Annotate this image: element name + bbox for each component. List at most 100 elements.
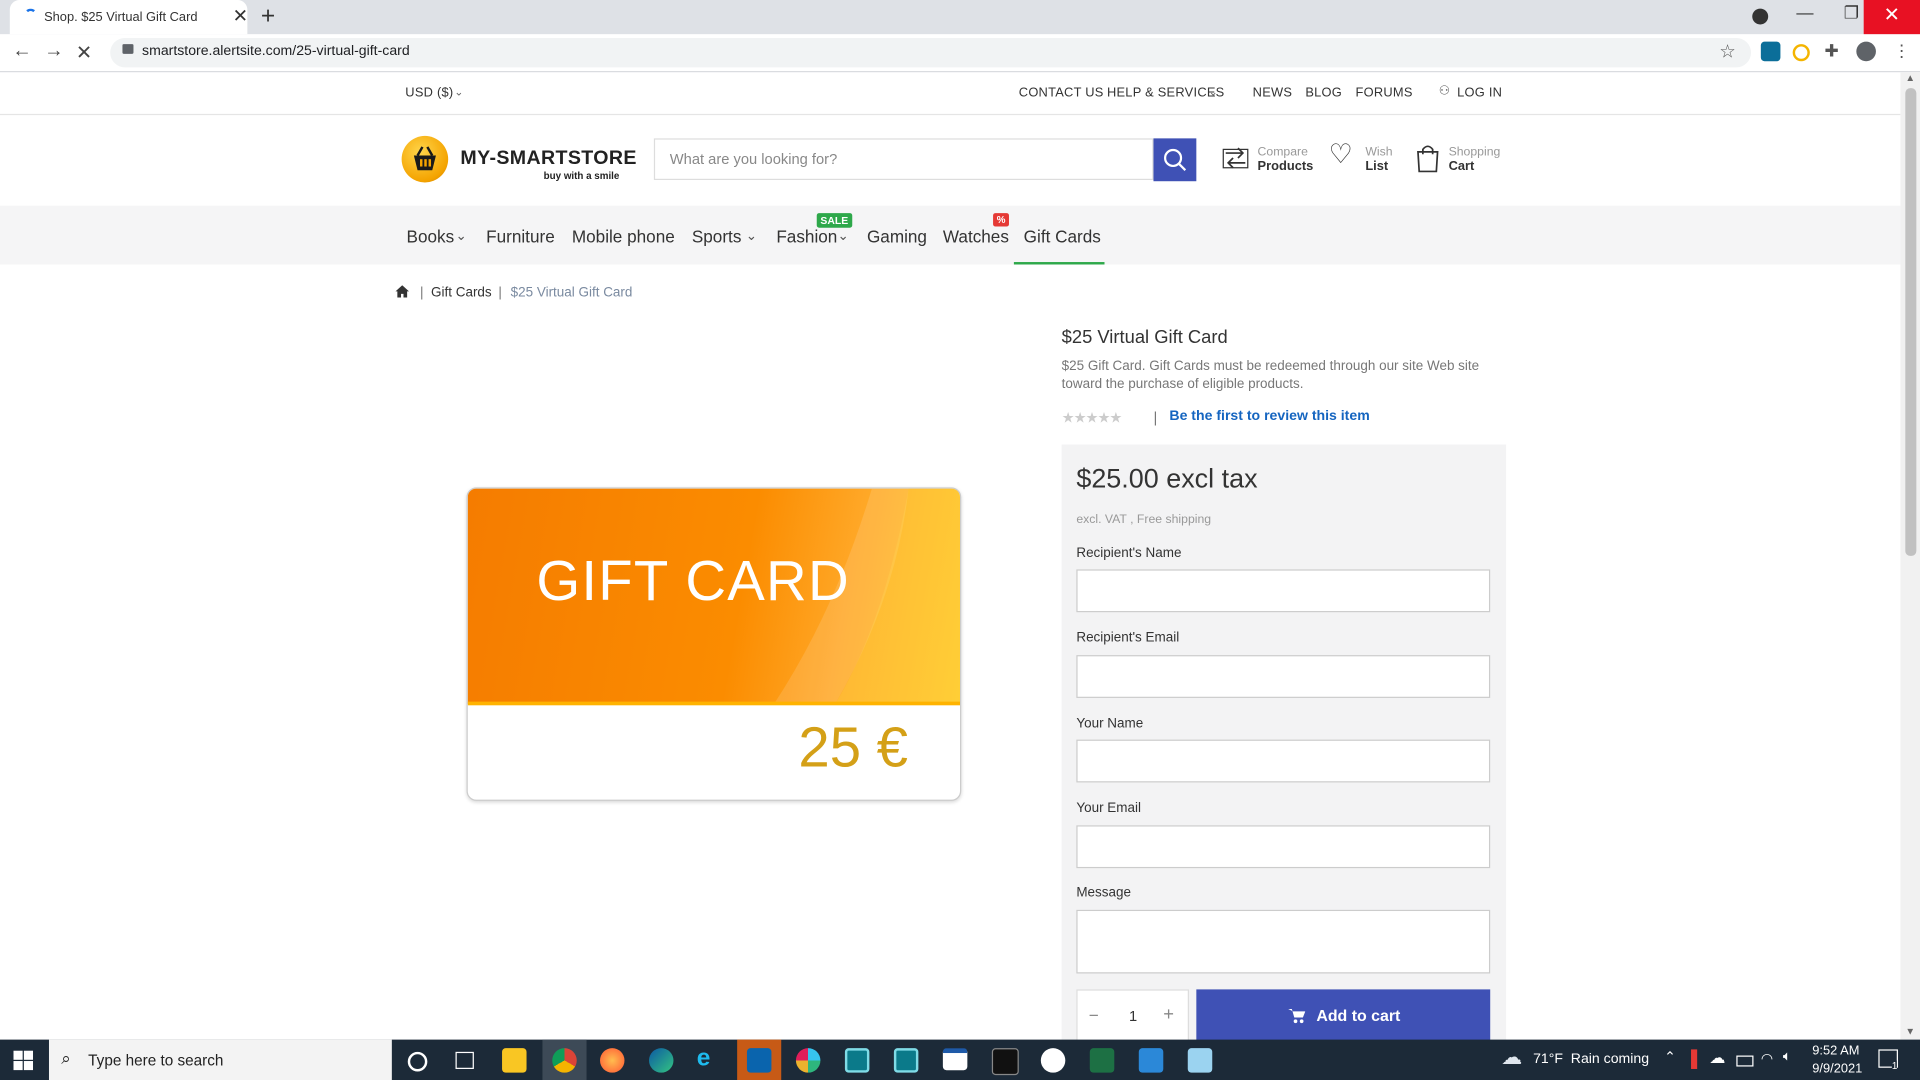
outlook-icon[interactable] [746,1048,772,1073]
quantity-stepper: − 1 + [1076,989,1189,1044]
search-icon [1164,148,1187,171]
weather-cloud-icon[interactable]: ☁ [1501,1046,1522,1070]
logo-tagline: buy with a smile [543,170,620,182]
app-icon[interactable] [844,1048,870,1073]
window-close-icon[interactable]: ✕ [1863,0,1920,35]
close-tab-icon[interactable]: ✕ [233,5,248,27]
add-to-cart-button[interactable]: Add to cart [1196,989,1491,1044]
login-link[interactable]: LOG IN [1457,86,1502,101]
scrollbar-thumb[interactable] [1905,88,1917,556]
nav-item-books[interactable]: Books [407,227,455,247]
nav-item-mobile-phone[interactable]: Mobile phone [572,227,675,247]
app-icon[interactable] [1138,1048,1164,1073]
chrome-icon[interactable] [552,1048,577,1073]
minimize-icon[interactable]: — [1780,2,1829,22]
user-icon: ⚇ [1438,84,1451,98]
browser-tab[interactable]: Shop. $25 Virtual Gift Card ✕ [9,0,248,35]
increase-quantity-button[interactable]: + [1163,1004,1174,1025]
file-explorer-icon[interactable] [502,1048,527,1073]
quantity-value[interactable]: 1 [1129,1008,1137,1025]
forums-link[interactable]: FORUMS [1356,86,1413,101]
weather-text[interactable]: 71°F Rain coming [1533,1052,1649,1067]
firefox-icon[interactable] [600,1048,625,1073]
slack-icon[interactable] [795,1048,821,1073]
profile-avatar[interactable] [1856,41,1876,62]
extension-icon[interactable] [1760,41,1781,62]
help-services-link[interactable]: HELP & SERVICES [1107,86,1225,101]
breadcrumb-current: $25 Virtual Gift Card [510,285,633,301]
decrease-quantity-button[interactable]: − [1089,1005,1099,1025]
address-bar[interactable]: smartstore.alertsite.com/25-virtual-gift… [110,37,1752,68]
breadcrumb: | Gift Cards | $25 Virtual Gift Card [395,283,763,303]
clock-date[interactable]: 9/9/2021 [1812,1062,1862,1077]
back-icon[interactable]: ← [12,40,32,62]
internet-explorer-icon[interactable]: e [697,1044,711,1072]
window-app-icon[interactable] [942,1048,968,1071]
breadcrumb-gift-cards[interactable]: Gift Cards [431,285,492,300]
nav-item-gaming[interactable]: Gaming [867,227,927,247]
excel-icon[interactable] [1089,1048,1115,1073]
volume-icon[interactable]: 🔈︎ [1783,1049,1791,1065]
search-input[interactable] [655,139,1153,179]
search-box [653,138,1154,181]
wishlist-button[interactable]: ♡ Wish List [1329,138,1402,177]
your-email-field[interactable] [1076,825,1491,869]
wifi-icon[interactable]: ◠ [1761,1049,1773,1067]
terminal-icon[interactable] [991,1048,1019,1076]
your-name-field[interactable] [1076,739,1491,783]
edge-icon[interactable] [648,1048,674,1073]
nav-item-sports[interactable]: Sports [692,227,742,247]
blog-link[interactable]: BLOG [1305,86,1342,101]
scroll-up-arrow[interactable]: ▲ [1905,72,1915,83]
browser-menu-icon[interactable]: ⋮ [1893,40,1910,61]
shopping-cart-button[interactable]: Shopping Cart [1414,143,1506,177]
screen: Shop. $25 Virtual Gift Card ✕ + — ❐ ✕ ← … [0,0,1920,1080]
recipient-email-field[interactable] [1076,655,1491,698]
extension-icon[interactable] [1792,44,1810,62]
extensions-puzzle-icon[interactable]: ✚ [1825,40,1839,61]
logo-name[interactable]: MY-SMARTSTORE [460,148,636,170]
chevron-down-icon: ⌄ [455,228,467,244]
battery-icon[interactable] [1736,1055,1754,1067]
task-view-icon[interactable] [455,1051,474,1069]
chevron-down-icon: ⌄ [745,228,758,244]
bookmark-star-icon[interactable]: ☆ [1719,40,1735,63]
news-link[interactable]: NEWS [1253,86,1293,101]
your-email-label: Your Email [1076,800,1141,816]
loading-spinner-icon [24,8,37,21]
recipient-name-field[interactable] [1076,569,1491,613]
tray-app-icon[interactable] [1691,1049,1698,1069]
stop-loading-icon[interactable]: ✕ [76,40,92,64]
new-tab-icon[interactable]: + [261,2,275,30]
currency-selector[interactable]: USD ($) [405,86,453,101]
app-icon[interactable] [893,1048,919,1073]
product-description: $25 Gift Card. Gift Cards must be redeem… [1061,358,1480,392]
home-icon[interactable] [395,285,409,298]
breadcrumb-separator: | [498,285,502,301]
clock-time[interactable]: 9:52 AM [1812,1043,1859,1058]
notepad-icon[interactable] [1187,1048,1213,1073]
app-icon[interactable] [1040,1048,1066,1073]
cart-label-small: Shopping [1448,145,1501,160]
cortana-icon[interactable] [407,1051,428,1072]
search-button[interactable] [1153,138,1197,182]
tab-search-icon[interactable] [1752,8,1769,25]
product-image[interactable]: GIFT CARD 25 € [466,487,962,801]
scroll-down-arrow[interactable]: ▼ [1905,1026,1915,1037]
onedrive-icon[interactable]: ☁ [1709,1048,1725,1068]
windows-start-icon[interactable] [13,1050,34,1071]
first-review-link[interactable]: Be the first to review this item [1169,409,1369,424]
store-topbar: USD ($) ⌄ CONTACT US HELP & SERVICES ⌄ N… [0,72,1901,116]
message-field[interactable] [1076,909,1491,974]
contact-us-link[interactable]: CONTACT US [1019,86,1104,101]
cart-label: Cart [1448,159,1475,174]
compare-products-button[interactable]: Compare Products [1221,143,1313,177]
nav-item-fashion[interactable]: Fashion [776,227,837,247]
nav-item-furniture[interactable]: Furniture [486,227,555,247]
logo-basket-icon[interactable] [401,135,449,183]
your-name-label: Your Name [1076,716,1144,732]
forward-icon[interactable]: → [44,40,64,62]
nav-item-gift-cards[interactable]: Gift Cards [1024,227,1101,247]
chevron-up-icon[interactable]: ⌃ [1664,1048,1676,1066]
nav-item-watches[interactable]: Watches [943,227,1009,247]
